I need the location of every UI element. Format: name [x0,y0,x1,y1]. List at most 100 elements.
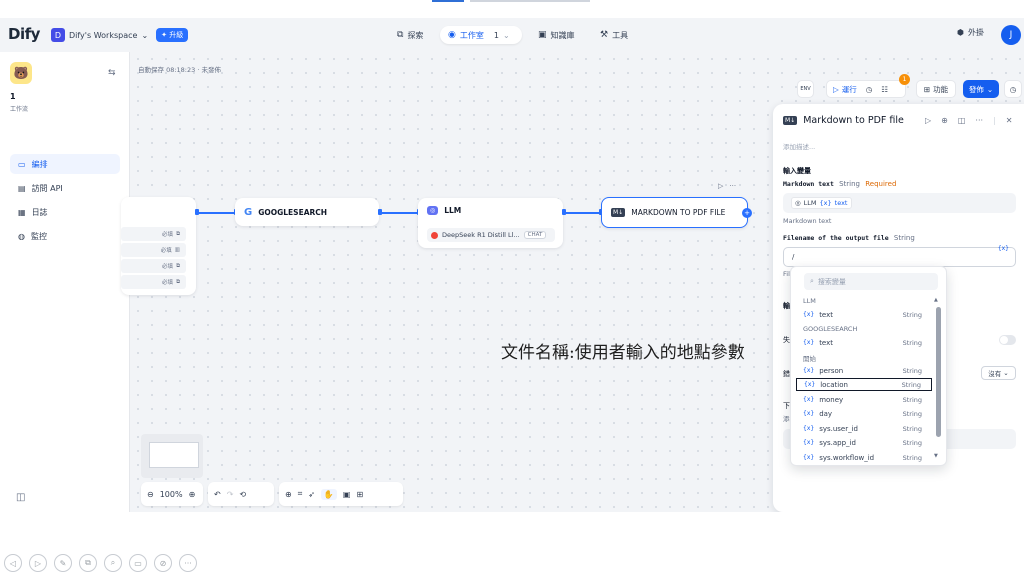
retry-toggle[interactable] [999,335,1016,345]
scroll-down-icon[interactable]: ▼ [934,453,938,459]
hand-icon[interactable]: ✋ [320,488,337,500]
env-button[interactable]: ENV [797,80,814,98]
version-history-button[interactable]: ◷ [1004,80,1022,98]
field-hint: Markdown text [783,217,832,225]
sidebar-item-orchestrate[interactable]: ▭ 編排 [10,154,120,174]
chevron-down-icon: ⌄ [986,84,994,94]
description-input[interactable]: 添加描述... [783,141,815,151]
dify-logo[interactable]: Dify [8,25,40,43]
start-variable-row: 必填 ⧉ [121,259,186,273]
output-port[interactable] [378,209,382,215]
pen-icon[interactable]: ✎ [54,554,72,572]
play-icon[interactable]: ▷ [925,116,931,125]
plugins-button[interactable]: ⬢ 外掛 [957,27,984,38]
add-block-icon[interactable]: ⊕ [285,490,292,499]
required-tag: Required [865,180,897,188]
studio-app-selector[interactable]: 1 [494,31,499,40]
pointer-icon[interactable]: ➶ [308,490,315,499]
error-strategy-select[interactable]: 沒有 ⌄ [981,366,1016,380]
publish-button[interactable]: 發佈 ⌄ [963,80,999,98]
checklist-icon[interactable]: ☷ [881,85,888,94]
variable-icon: {x} [803,439,815,446]
variable-option[interactable]: {x} sys.workflow_id String [796,451,932,464]
previous-icon[interactable]: ◁ [4,554,22,572]
panel-header: M↓ Markdown to PDF file [783,115,904,126]
start-node[interactable]: 必填 ⧉ 必填 ▥ 必填 ⧉ 必填 ⧉ [121,197,196,295]
next-icon[interactable]: ▷ [29,554,47,572]
variable-option[interactable]: {x} person String [796,364,932,377]
history-icon[interactable]: ⟲ [239,490,246,499]
run-button[interactable]: 運行 [842,84,857,95]
variable-option-selected[interactable]: {x} location String [796,378,932,391]
sidebar-item-logs[interactable]: ▦ 日誌 [10,202,120,222]
more-icon[interactable]: ··· [729,182,736,190]
variable-name: money [819,395,844,404]
variable-pill[interactable]: ◎ LLM {x} text [791,197,852,209]
expand-panel-icon[interactable]: ◫ [16,492,25,503]
terminal-icon: ▤ [18,183,26,193]
field-type: String [893,234,915,242]
zoom-control[interactable]: ⊖ 100% ⊕ [141,482,203,506]
minimap[interactable] [141,434,203,478]
markdown-text-input[interactable]: ◎ LLM {x} text [783,193,1016,213]
nav-explore[interactable]: ⧉ 探索 [389,26,431,44]
filename-input[interactable]: / {x} [783,245,1016,267]
variable-name: text [819,310,834,319]
book-open-icon[interactable]: ◫ [958,116,966,125]
workspace-switcher[interactable]: D Dify's Workspace ⌄ ✦ 升級 [51,28,189,42]
zoom-icon[interactable]: ⌕ [104,554,122,572]
variable-option[interactable]: {x} sys.user_id String [796,422,932,435]
hide-icon[interactable]: ⊘ [154,554,172,572]
organize-icon[interactable]: ⊞ [356,490,363,499]
variable-name: text [819,338,834,347]
sidebar-item-api[interactable]: ▤ 訪問 API [10,178,120,198]
output-port[interactable] [562,209,566,215]
export-image-icon[interactable]: ▣ [343,490,351,499]
add-node-icon[interactable]: + [742,208,752,218]
screen-icon[interactable]: ▭ [129,554,147,572]
upgrade-button[interactable]: ✦ 升級 [156,28,189,42]
model-name: DeepSeek R1 Distill Ll... [442,231,520,239]
user-avatar[interactable]: J [1001,25,1021,45]
required-label: 必填 [162,264,174,270]
more-icon[interactable]: ··· [179,554,197,572]
variable-option[interactable]: {x} text String [796,308,932,321]
collapse-sidebar-icon[interactable]: ⇆ [108,68,116,78]
add-note-icon[interactable]: ⌗ [298,489,303,499]
zoom-in-icon[interactable]: ⊕ [189,490,196,499]
nav-tools[interactable]: ⚒ 工具 [592,26,636,44]
variable-option[interactable]: {x} sys.app_id String [796,436,932,449]
variable-type: String [902,453,922,462]
variable-option[interactable]: {x} text String [796,336,932,349]
output-port[interactable] [195,209,199,215]
play-icon[interactable]: ▷ [718,182,723,190]
history-icon[interactable]: ◷ [866,85,873,94]
scroll-up-icon[interactable]: ▲ [934,297,938,303]
llm-icon: ◎ [795,199,801,207]
document-icon: ▦ [18,207,26,217]
close-icon[interactable]: ✕ [1006,116,1013,125]
dropdown-scrollbar[interactable] [936,307,941,437]
zoom-level[interactable]: 100% [160,490,183,499]
nav-knowledge[interactable]: ▣ 知識庫 [530,26,583,44]
variable-option[interactable]: {x} day String [796,407,932,420]
nav-studio[interactable]: ◉ 工作室 1 ⌄ [440,26,522,44]
variable-search-input[interactable]: ⌕ 搜索變量 [804,273,938,290]
zoom-out-icon[interactable]: ⊖ [147,490,154,499]
markdown-to-pdf-node[interactable]: M↓ MARKDOWN TO PDF FILE + [601,197,752,228]
insert-variable-icon[interactable]: {x} [998,245,1009,252]
app-type: 工作流 [10,106,29,113]
undo-icon[interactable]: ↶ [214,490,221,499]
field-type: String [839,180,860,188]
redo-icon[interactable]: ↷ [227,490,234,499]
googlesearch-node[interactable]: G GOOGLESEARCH [235,198,379,226]
llm-node[interactable]: ◎ LLM DeepSeek R1 Distill Ll... CHAT [418,198,563,248]
variable-option[interactable]: {x} money String [796,393,932,406]
target-icon[interactable]: ⊕ [941,116,948,125]
panel-title[interactable]: Markdown to PDF file [803,115,904,126]
play-icon[interactable]: ▷ [833,85,839,94]
more-icon[interactable]: ··· [975,116,983,125]
features-button[interactable]: ⊞ 功能 [916,80,956,98]
copy-icon[interactable]: ⧉ [79,554,97,572]
sidebar-item-monitor[interactable]: ◍ 監控 [10,226,120,246]
